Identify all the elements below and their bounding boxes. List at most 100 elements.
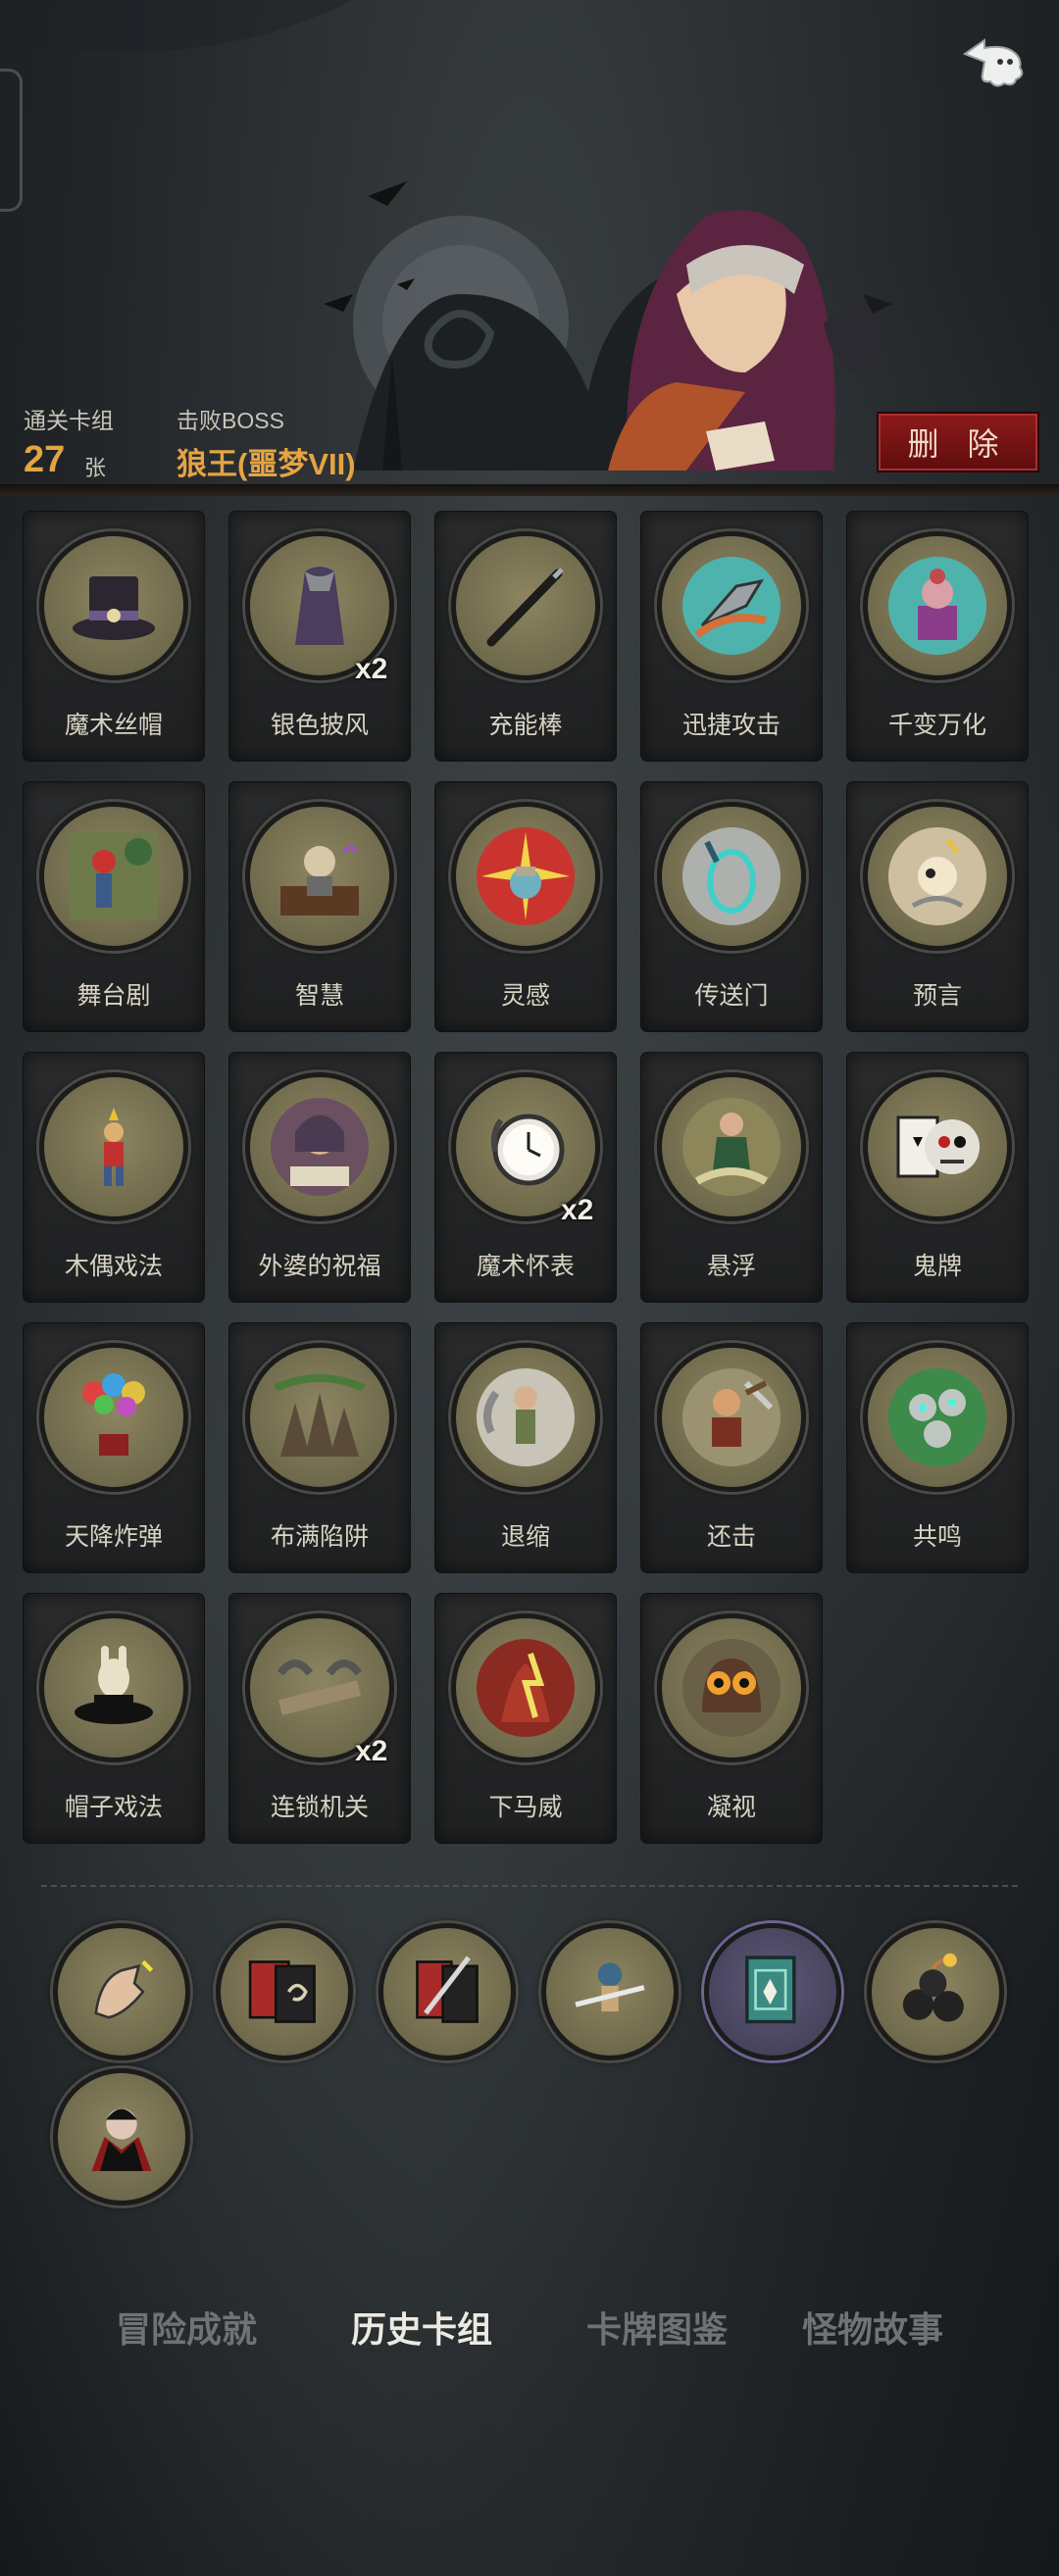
- card-name: 银色披风: [270, 712, 369, 739]
- deck-card[interactable]: 千变万化: [847, 512, 1028, 761]
- resonance-icon: [888, 1368, 986, 1466]
- deck-card[interactable]: 凝视: [641, 1594, 822, 1843]
- deck-card[interactable]: 智慧: [229, 782, 410, 1031]
- owl-gaze-icon: [682, 1639, 781, 1737]
- rabbit-hat-icon: [75, 1646, 153, 1724]
- card-medal: [863, 1343, 1012, 1492]
- back-button[interactable]: [953, 27, 1032, 96]
- deck-card[interactable]: 还击: [641, 1323, 822, 1572]
- relic-item[interactable]: [53, 1923, 190, 2060]
- deck-unit: 张: [84, 456, 107, 480]
- tab-0[interactable]: 冒险成就: [98, 2302, 275, 2353]
- deck-card[interactable]: 退缩: [435, 1323, 616, 1572]
- card-spiral-icon: [248, 1960, 316, 2023]
- card-name: 还击: [706, 1523, 756, 1551]
- card-medal: [39, 802, 188, 951]
- card-medal: [39, 1613, 188, 1762]
- spellbook-icon: [745, 1956, 796, 2024]
- card-medal: [863, 802, 1012, 951]
- ghost-back-icon: [962, 38, 1024, 87]
- card-name: 魔术丝帽: [64, 712, 163, 739]
- tab-2[interactable]: 卡牌图鉴: [569, 2302, 745, 2353]
- deck-label: 通关卡组: [24, 408, 114, 433]
- card-medal: [657, 1072, 806, 1221]
- card-name: 魔术怀表: [476, 1253, 575, 1280]
- card-medal: [451, 802, 600, 951]
- tab-1[interactable]: 历史卡组: [333, 2302, 510, 2353]
- spike-trap-icon: [274, 1374, 366, 1457]
- inspiration-icon: [477, 827, 575, 925]
- card-medal: [39, 531, 188, 680]
- transform-icon: [888, 557, 986, 655]
- card-name: 舞台剧: [76, 982, 151, 1010]
- card-name: 外婆的祝福: [258, 1253, 381, 1280]
- joker-card-icon: [896, 1115, 980, 1178]
- delete-button[interactable]: 删 除: [877, 412, 1039, 472]
- deck-card[interactable]: 传送门: [641, 782, 822, 1031]
- card-name: 鬼牌: [912, 1253, 962, 1280]
- card-count-badge: x2: [355, 653, 388, 685]
- card-dagger-icon: [416, 1956, 479, 2023]
- pocket-watch-icon: [490, 1114, 565, 1186]
- deck-card[interactable]: 外婆的祝福: [229, 1053, 410, 1302]
- counter-attack-icon: [682, 1368, 781, 1466]
- card-name: 充能棒: [488, 712, 563, 739]
- card-medal: [245, 1072, 394, 1221]
- card-name: 帽子戏法: [64, 1794, 163, 1821]
- portal-icon: [682, 827, 781, 925]
- card-medal: [451, 1343, 600, 1492]
- deck-card[interactable]: 悬浮: [641, 1053, 822, 1302]
- cloak-icon: [295, 567, 344, 645]
- deck-card[interactable]: 预言: [847, 782, 1028, 1031]
- card-medal: [245, 802, 394, 951]
- deck-card[interactable]: 充能棒: [435, 512, 616, 761]
- grandma-icon: [271, 1098, 369, 1196]
- deck-card[interactable]: 魔术怀表 x2: [435, 1053, 616, 1302]
- card-name: 下马威: [488, 1794, 563, 1821]
- deck-card[interactable]: 布满陷阱: [229, 1323, 410, 1572]
- relic-item[interactable]: [216, 1923, 353, 2060]
- relic-item[interactable]: [541, 1923, 679, 2060]
- card-name: 木偶戏法: [64, 1253, 163, 1280]
- deck-card[interactable]: 灵感: [435, 782, 616, 1031]
- deck-card[interactable]: 帽子戏法: [24, 1594, 204, 1843]
- relic-item[interactable]: [53, 2068, 190, 2205]
- card-medal: [863, 531, 1012, 680]
- side-frame-ornament: [0, 69, 23, 212]
- tab-3[interactable]: 怪物故事: [784, 2302, 961, 2353]
- card-name: 传送门: [694, 982, 769, 1010]
- deck-card[interactable]: 银色披风 x2: [229, 512, 410, 761]
- relic-item[interactable]: [378, 1923, 516, 2060]
- card-count-badge: x2: [355, 1735, 388, 1767]
- bomb-pile-icon: [902, 1953, 964, 2022]
- relic-item[interactable]: [704, 1923, 841, 2060]
- deck-card[interactable]: 迅捷攻击: [641, 512, 822, 761]
- relic-item[interactable]: [867, 1923, 1004, 2060]
- deck-card[interactable]: 舞台剧: [24, 782, 204, 1031]
- card-name: 凝视: [706, 1794, 756, 1821]
- swift-attack-icon: [682, 557, 781, 655]
- card-name: 天降炸弹: [64, 1523, 163, 1551]
- retreat-icon: [477, 1368, 575, 1466]
- card-medal: [863, 1072, 1012, 1221]
- prophecy-icon: [888, 827, 986, 925]
- deck-card[interactable]: 共鸣: [847, 1323, 1028, 1572]
- deck-card[interactable]: 鬼牌: [847, 1053, 1028, 1302]
- card-name: 灵感: [500, 982, 550, 1010]
- boss-label: 击败BOSS: [176, 408, 284, 433]
- card-medal: [451, 531, 600, 680]
- deck-card[interactable]: 连锁机关 x2: [229, 1594, 410, 1843]
- card-medal: [657, 531, 806, 680]
- deck-card[interactable]: 木偶戏法: [24, 1053, 204, 1302]
- balloon-bomb-icon: [82, 1373, 145, 1456]
- card-name: 退缩: [500, 1523, 550, 1551]
- vampire-icon: [91, 2108, 152, 2171]
- card-name: 悬浮: [706, 1253, 756, 1280]
- levitate-icon: [682, 1098, 781, 1196]
- deck-card[interactable]: 下马威: [435, 1594, 616, 1843]
- deck-count: 27: [24, 439, 66, 480]
- card-medal: [657, 1613, 806, 1762]
- deck-card[interactable]: 天降炸弹: [24, 1323, 204, 1572]
- section-divider: [41, 1885, 1018, 1887]
- deck-card[interactable]: 魔术丝帽: [24, 512, 204, 761]
